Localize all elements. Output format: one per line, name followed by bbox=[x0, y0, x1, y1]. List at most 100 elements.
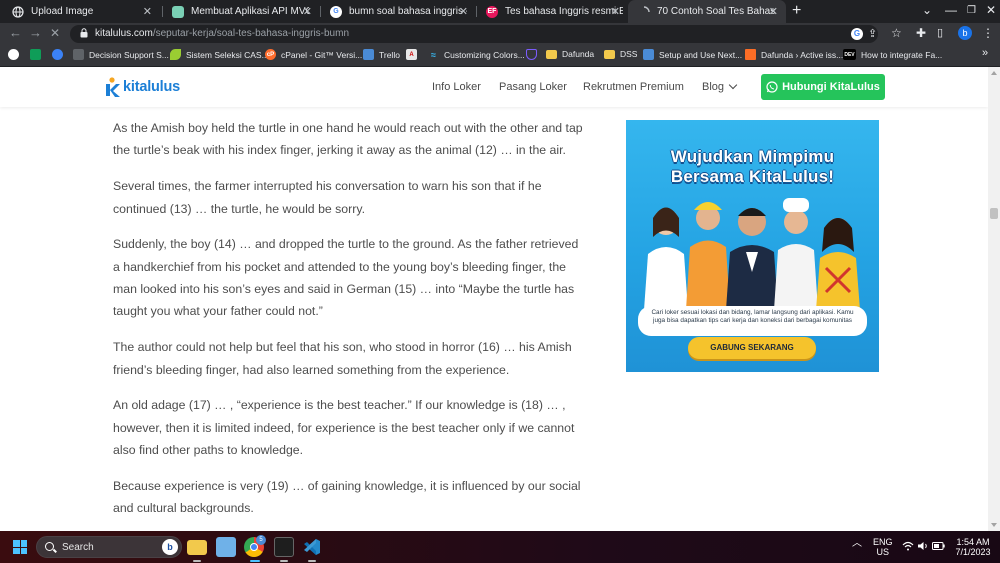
tray-overflow-chevron-icon[interactable]: ︿ bbox=[852, 539, 862, 549]
site-icon bbox=[172, 5, 184, 18]
bookmark-decision-support[interactable]: Decision Support S... bbox=[73, 49, 169, 60]
tab-title: bumn soal bahasa inggris - Pene bbox=[349, 6, 467, 17]
promo-banner[interactable]: Wujudkan Mimpimu Bersama KitaLulus! Cari… bbox=[626, 120, 879, 372]
bookmark-extension[interactable] bbox=[52, 49, 68, 60]
chrome-icon[interactable]: 5 bbox=[244, 535, 266, 557]
extensions-icon[interactable]: ✚ bbox=[916, 26, 926, 40]
stop-button[interactable]: ✕ bbox=[50, 26, 60, 40]
more-menu-icon[interactable]: ⋮ bbox=[982, 26, 994, 40]
lock-icon[interactable] bbox=[80, 28, 88, 38]
share-icon[interactable]: ⇪ bbox=[868, 27, 877, 40]
tab-title: Upload Image bbox=[31, 6, 94, 17]
close-window-icon[interactable]: ✕ bbox=[986, 3, 996, 17]
scrollbar-thumb[interactable] bbox=[990, 208, 998, 219]
vscode-icon[interactable] bbox=[302, 537, 322, 557]
site-header: kitalulus Info Loker Pasang Loker Rekrut… bbox=[0, 67, 988, 107]
bookmark-sistem-seleksi[interactable]: Sistem Seleksi CAS... bbox=[170, 49, 269, 60]
windows-start-button[interactable] bbox=[13, 540, 27, 554]
bookmark-dafunda-folder[interactable]: Dafunda bbox=[546, 49, 594, 59]
chevron-down-icon[interactable]: ⌄ bbox=[922, 3, 932, 17]
language-indicator[interactable]: ENG US bbox=[873, 537, 893, 557]
article-body: As the Amish boy held the turtle in one … bbox=[113, 117, 583, 531]
google-lens-icon[interactable]: G bbox=[851, 28, 863, 40]
browser-toolbar: ← → ✕ kitalulus.com/seputar-kerja/soal-t… bbox=[0, 23, 1000, 45]
nav-blog[interactable]: Blog bbox=[702, 80, 738, 93]
nav-pasang-loker[interactable]: Pasang Loker bbox=[499, 81, 567, 93]
banner-title-line1: Wujudkan Mimpimu bbox=[670, 147, 835, 166]
bookmark-shield[interactable] bbox=[526, 49, 542, 60]
volume-icon[interactable] bbox=[917, 541, 929, 553]
bookmarks-bar: Decision Support S... Sistem Seleksi CAS… bbox=[0, 45, 1000, 67]
bookmark-dss-folder[interactable]: DSS bbox=[604, 49, 637, 59]
terminal-icon[interactable] bbox=[274, 537, 294, 557]
bookmark-adobe[interactable]: A bbox=[406, 49, 422, 60]
bookmark-github[interactable] bbox=[8, 49, 24, 60]
app-running-indicator bbox=[308, 560, 316, 562]
page-scrollbar[interactable] bbox=[988, 67, 1000, 531]
restore-icon[interactable]: ❐ bbox=[967, 5, 976, 16]
banner-people-illustration bbox=[644, 198, 860, 310]
article-paragraph: Because experience is very (19) … of gai… bbox=[113, 478, 581, 516]
adobe-icon: A bbox=[406, 49, 417, 60]
address-bar[interactable]: kitalulus.com/seputar-kerja/soal-tes-bah… bbox=[70, 25, 878, 43]
clock[interactable]: 1:54 AM 7/1/2023 bbox=[952, 537, 994, 557]
tab-strip: Upload Image ✕ Membuat Aplikasi API MVC … bbox=[0, 0, 1000, 23]
kitalulus-logo[interactable]: kitalulus bbox=[103, 76, 180, 98]
logo-text: kitalulus bbox=[123, 79, 181, 95]
bookmark-dafunda-issues[interactable]: Dafunda › Active iss... bbox=[745, 49, 843, 60]
nav-rekrutmen-premium[interactable]: Rekrutmen Premium bbox=[583, 81, 684, 93]
close-icon[interactable]: ✕ bbox=[769, 5, 778, 18]
bookmark-tailwind[interactable]: ≈ Customizing Colors... bbox=[428, 49, 525, 60]
bookmark-cpanel[interactable]: cP cPanel - Git™ Versi... bbox=[265, 49, 362, 60]
tab-membuat-aplikasi[interactable]: Membuat Aplikasi API MVC Den ✕ bbox=[162, 0, 320, 23]
forward-button[interactable]: → bbox=[29, 25, 42, 40]
dev-icon: DEV bbox=[843, 49, 856, 60]
app-running-indicator bbox=[193, 560, 201, 562]
file-explorer-icon[interactable] bbox=[187, 540, 207, 555]
nav-info-loker[interactable]: Info Loker bbox=[432, 81, 481, 93]
banner-title-line2: Bersama KitaLulus! bbox=[670, 167, 835, 186]
new-tab-button[interactable]: + bbox=[792, 2, 801, 20]
profile-avatar[interactable]: b bbox=[958, 26, 972, 40]
bookmark-sheets[interactable] bbox=[30, 49, 46, 60]
tab-title: Membuat Aplikasi API MVC Den bbox=[191, 6, 309, 17]
tab-google-search[interactable]: G bumn soal bahasa inggris - Pene ✕ bbox=[320, 0, 476, 23]
loading-icon bbox=[638, 5, 650, 18]
back-button[interactable]: ← bbox=[9, 25, 22, 40]
gitlab-icon bbox=[745, 49, 756, 60]
photos-icon[interactable] bbox=[216, 537, 236, 557]
search-label: Search bbox=[62, 542, 94, 553]
extension-icon bbox=[52, 49, 63, 60]
tab-upload-image[interactable]: Upload Image ✕ bbox=[2, 0, 160, 23]
dss-icon bbox=[73, 49, 84, 60]
hubungi-kitalulus-button[interactable]: Hubungi KitaLulus bbox=[761, 74, 885, 100]
tab-ef-set[interactable]: EF Tes bahasa Inggris resmi EF SET | ✕ bbox=[476, 0, 628, 23]
bookmark-how-to-integrate[interactable]: DEV How to integrate Fa... bbox=[843, 49, 942, 60]
side-panel-icon[interactable]: ▯ bbox=[937, 26, 943, 39]
wifi-icon[interactable] bbox=[902, 541, 914, 553]
close-icon[interactable]: ✕ bbox=[303, 5, 312, 18]
bookmark-star-icon[interactable]: ☆ bbox=[891, 26, 902, 40]
battery-icon[interactable] bbox=[932, 542, 945, 552]
bookmark-setup-next[interactable]: Setup and Use Next... bbox=[643, 49, 742, 60]
gabung-sekarang-button[interactable]: GABUNG SEKARANG bbox=[688, 337, 816, 359]
bookmarks-overflow-icon[interactable]: » bbox=[982, 47, 988, 59]
minimize-icon[interactable]: — bbox=[945, 3, 957, 17]
taskbar-search[interactable]: Search b bbox=[36, 536, 182, 558]
bookmark-trello[interactable]: Trello bbox=[363, 49, 400, 60]
article-paragraph: An old adage (17) … , “experience is the… bbox=[113, 398, 575, 458]
close-icon[interactable]: ✕ bbox=[459, 5, 468, 18]
url-text[interactable]: kitalulus.com/seputar-kerja/soal-tes-bah… bbox=[95, 28, 349, 39]
tab-kitalulus-active[interactable]: 70 Contoh Soal Tes Bahasa Inggr ✕ bbox=[628, 0, 786, 23]
scroll-down-arrow-icon[interactable] bbox=[991, 523, 997, 527]
article-paragraph: The author could not help but feel that … bbox=[113, 340, 572, 377]
bing-icon[interactable]: b bbox=[162, 539, 178, 555]
close-icon[interactable]: ✕ bbox=[611, 5, 620, 18]
google-icon: G bbox=[330, 5, 342, 18]
whatsapp-icon bbox=[766, 81, 778, 93]
tab-title: 70 Contoh Soal Tes Bahasa Inggr bbox=[657, 6, 775, 17]
close-icon[interactable]: ✕ bbox=[143, 5, 152, 18]
leaf-icon bbox=[170, 49, 181, 60]
scroll-up-arrow-icon[interactable] bbox=[991, 71, 997, 75]
trello-icon bbox=[363, 49, 374, 60]
